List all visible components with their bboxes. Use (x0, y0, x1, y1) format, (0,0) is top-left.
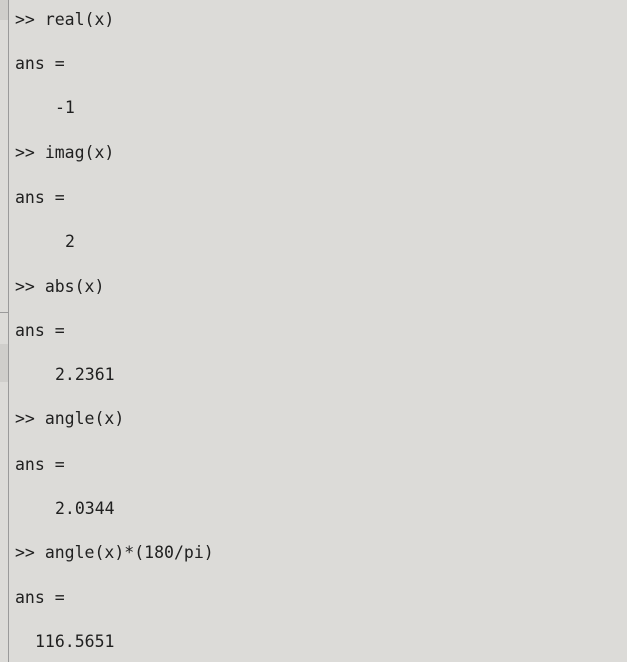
command-text: imag(x) (44, 143, 115, 162)
gutter-marker-top (0, 0, 8, 20)
gutter-tick (0, 312, 8, 313)
ans-label: ans = (15, 54, 65, 73)
ans-label: ans = (15, 188, 65, 207)
result-value: 116.5651 (35, 632, 115, 651)
result-value: 2.0344 (55, 499, 115, 518)
ans-label: ans = (15, 321, 65, 340)
console-output[interactable]: >> real(x) ans = -1 >> imag(x) ans = 2 >… (15, 0, 627, 662)
command-text: angle(x)*(180/pi) (44, 543, 214, 562)
prompt: >> (15, 277, 35, 296)
prompt: >> (15, 409, 35, 428)
command-line: >> real(x) (15, 10, 114, 30)
gutter-divider (8, 0, 9, 662)
ans-label: ans = (15, 588, 65, 607)
command-line: >> angle(x) (15, 409, 124, 429)
left-gutter (0, 0, 8, 662)
prompt: >> (15, 543, 35, 562)
result-value: 2 (65, 232, 75, 251)
command-window[interactable]: >> real(x) ans = -1 >> imag(x) ans = 2 >… (0, 0, 627, 662)
command-text: abs(x) (44, 277, 105, 296)
command-text: real(x) (44, 10, 115, 29)
command-line: >> abs(x) (15, 277, 104, 297)
result-value: -1 (55, 98, 75, 117)
gutter-marker-middle (0, 344, 8, 382)
result-value: 2.2361 (55, 365, 115, 384)
prompt: >> (15, 143, 35, 162)
ans-label: ans = (15, 455, 65, 474)
prompt: >> (15, 10, 35, 29)
command-line: >> angle(x)*(180/pi) (15, 543, 214, 563)
command-text: angle(x) (44, 409, 125, 428)
command-line: >> imag(x) (15, 143, 114, 163)
